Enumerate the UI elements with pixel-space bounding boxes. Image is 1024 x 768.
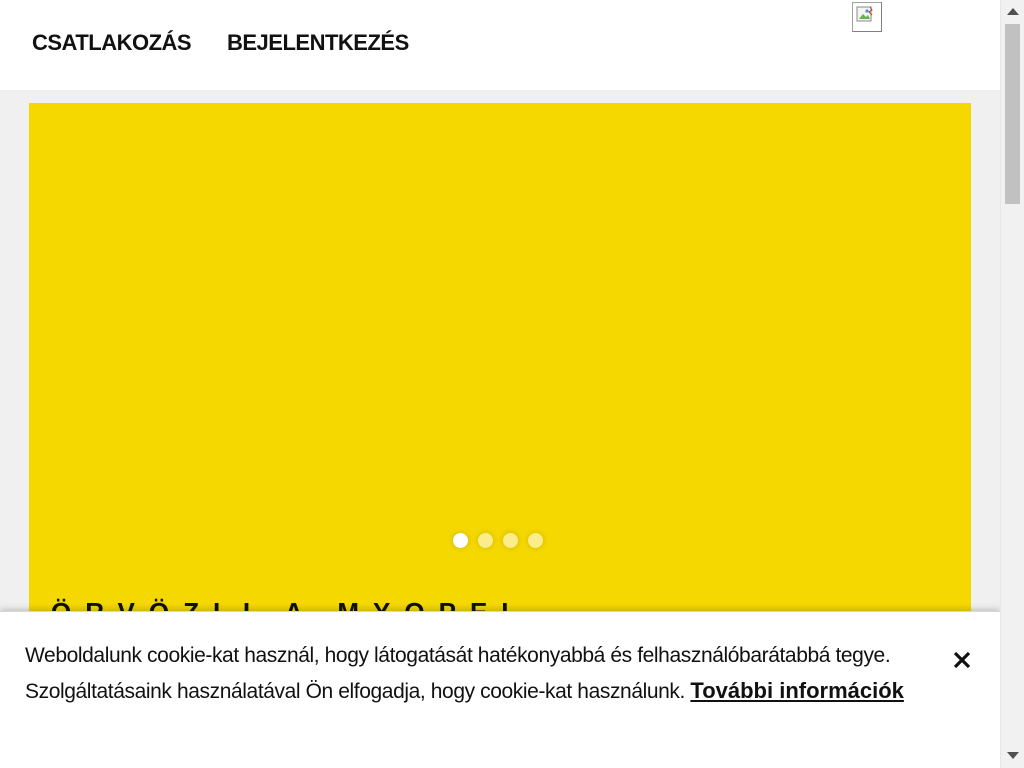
carousel-dots bbox=[453, 533, 543, 549]
cookie-message-block: Weboldalunk cookie-kat használ, hogy lát… bbox=[25, 638, 905, 709]
carousel-dot-3[interactable] bbox=[503, 533, 518, 548]
scrollbar-thumb[interactable] bbox=[1005, 24, 1020, 204]
carousel-dot-1[interactable] bbox=[453, 533, 468, 548]
vertical-scrollbar[interactable] bbox=[1000, 0, 1024, 768]
scroll-down-arrow-icon[interactable] bbox=[1007, 752, 1019, 759]
join-link[interactable]: CSATLAKOZÁS bbox=[32, 30, 192, 56]
site-header: CSATLAKOZÁS BEJELENTKEZÉS bbox=[0, 0, 1000, 90]
carousel-dot-2[interactable] bbox=[478, 533, 493, 548]
broken-image-icon bbox=[852, 2, 882, 32]
scroll-up-arrow-icon[interactable] bbox=[1007, 8, 1019, 15]
close-icon[interactable] bbox=[950, 648, 974, 672]
login-link[interactable]: BEJELENTKEZÉS bbox=[227, 30, 409, 56]
page-viewport: CSATLAKOZÁS BEJELENTKEZÉS ÖRVÖZLI A MYOP… bbox=[0, 0, 1000, 768]
more-info-link[interactable]: További információk bbox=[690, 678, 904, 703]
cookie-banner: Weboldalunk cookie-kat használ, hogy lát… bbox=[0, 611, 1000, 768]
carousel-dot-4[interactable] bbox=[528, 533, 543, 548]
